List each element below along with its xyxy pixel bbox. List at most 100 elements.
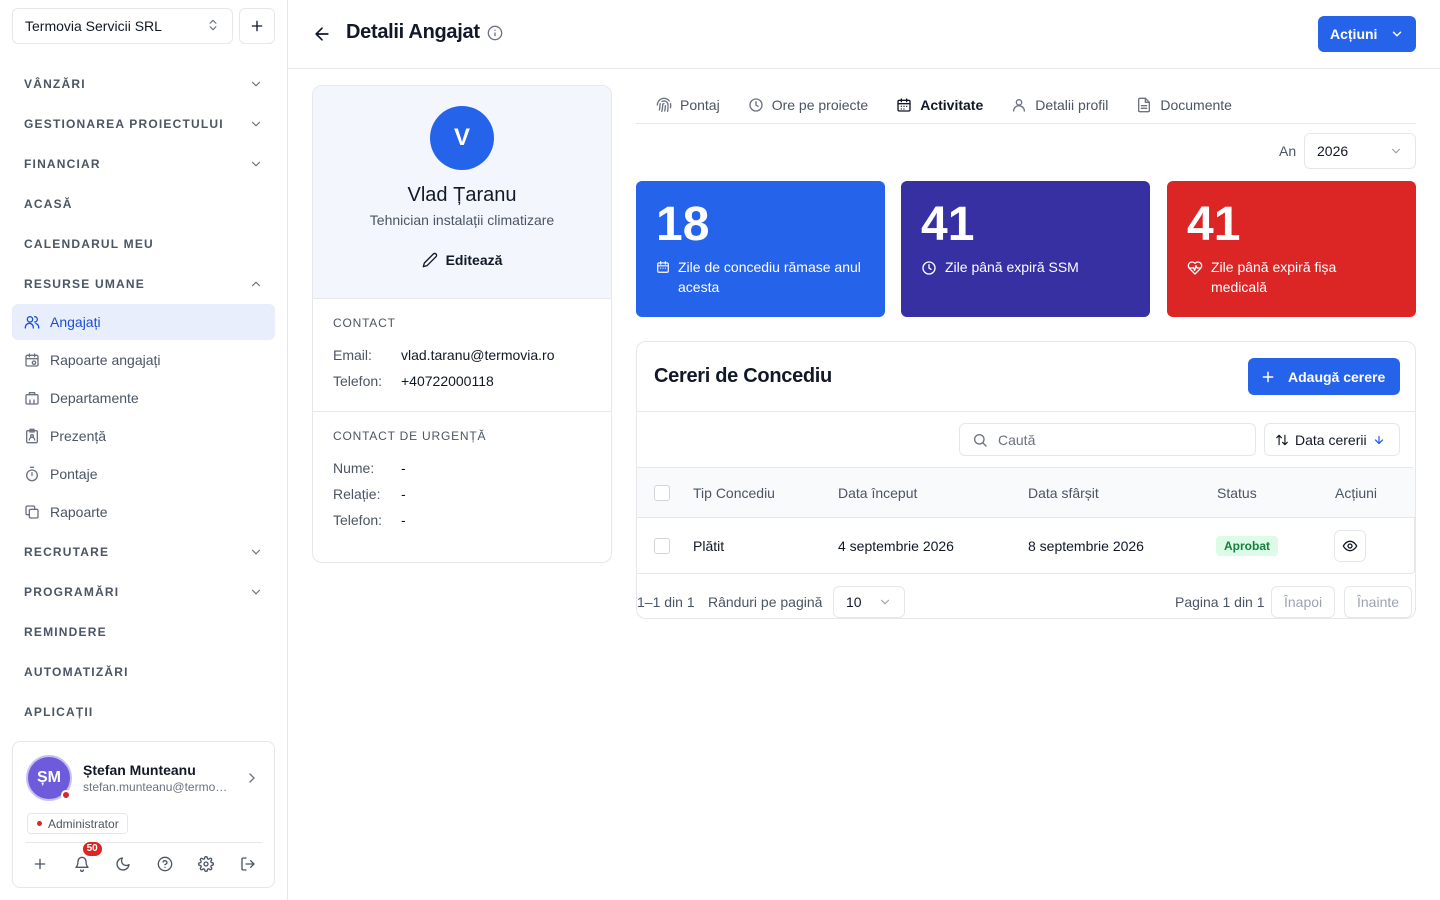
logout-icon xyxy=(241,857,255,871)
back-button[interactable] xyxy=(312,24,332,44)
nav-section-my-calendar[interactable]: CALENDARUL MEU xyxy=(12,224,275,264)
emergency-relation-row: Relație: - xyxy=(333,481,591,507)
sidebar-item-timesheets[interactable]: Pontaje xyxy=(12,456,275,492)
help-button[interactable] xyxy=(154,853,176,875)
year-value: 2026 xyxy=(1317,143,1349,159)
profile-tabs: Pontaj Ore pe proiecte Activitate Detali… xyxy=(636,86,1416,124)
tab-profile-details[interactable]: Detalii profil xyxy=(1011,86,1108,124)
sidebar-item-employees[interactable]: Angajați xyxy=(12,304,275,340)
field-value: - xyxy=(401,512,406,528)
add-button[interactable] xyxy=(29,853,51,875)
leave-type: Plătit xyxy=(693,538,725,554)
field-label: Telefon: xyxy=(333,373,383,389)
leave-table: Tip Concediu Data început Data sfârșit S… xyxy=(637,467,1415,574)
leave-requests-panel: Cereri de Concediu Adaugă cerere Caută D… xyxy=(636,341,1416,619)
sidebar-item-employee-reports[interactable]: Rapoarte angajați xyxy=(12,342,275,378)
table-row[interactable]: Plătit 4 septembrie 2026 8 septembrie 20… xyxy=(637,518,1415,574)
nav-section-apps[interactable]: APLICAȚII xyxy=(12,692,275,732)
search-placeholder: Caută xyxy=(998,431,1036,448)
tab-label: Documente xyxy=(1160,97,1232,113)
status-badge: Aprobat xyxy=(1216,536,1278,556)
column-header[interactable]: Data început xyxy=(838,485,917,501)
tab-timesheet[interactable]: Pontaj xyxy=(656,86,720,124)
panel-title: Cereri de Concediu xyxy=(654,365,832,387)
plus-icon xyxy=(34,858,46,870)
sidebar: Termovia Servicii SRL VÂNZĂRI GESTIONARE… xyxy=(0,0,288,900)
divider xyxy=(25,842,262,843)
email-value[interactable]: vlad.taranu@termovia.ro xyxy=(401,347,555,363)
building-icon xyxy=(24,390,40,406)
chevron-right-icon[interactable] xyxy=(244,770,260,786)
eye-icon xyxy=(1342,540,1358,552)
column-header[interactable]: Data sfârșit xyxy=(1028,485,1099,501)
sidebar-item-label: Departamente xyxy=(50,390,139,406)
phone-value[interactable]: +40722000118 xyxy=(401,373,494,389)
stat-value: 18 xyxy=(656,198,710,251)
add-company-button[interactable] xyxy=(239,8,275,44)
profile-card: V Vlad Țaranu Tehnician instalații clima… xyxy=(312,85,612,563)
role-badge: Administrator xyxy=(27,813,128,834)
tab-documents[interactable]: Documente xyxy=(1136,86,1232,124)
notifications-button[interactable]: 50 xyxy=(71,841,103,875)
sidebar-item-attendance[interactable]: Prezență xyxy=(12,418,275,454)
heart-pulse-icon xyxy=(1187,260,1203,297)
search-input[interactable]: Caută xyxy=(959,423,1256,456)
stat-label: Zile până expiră fișa medicală xyxy=(1211,259,1337,295)
field-label: Relație: xyxy=(333,486,381,502)
user-email: stefan.munteanu@termovia.ro xyxy=(83,780,233,794)
clipboard-icon xyxy=(24,428,40,444)
sidebar-item-label: Prezență xyxy=(50,428,107,444)
column-header: Acțiuni xyxy=(1335,484,1378,501)
stat-card-ssm: 41 Zile până expiră SSM xyxy=(901,181,1150,317)
tab-label: Activitate xyxy=(920,97,984,113)
nav-section-project-management[interactable]: GESTIONAREA PROIECTULUI xyxy=(12,104,275,144)
tab-project-hours[interactable]: Ore pe proiecte xyxy=(748,86,869,124)
theme-toggle-button[interactable] xyxy=(112,853,134,875)
nav-section-home[interactable]: ACASĂ xyxy=(12,184,275,224)
nav-section-label: AUTOMATIZĂRI xyxy=(24,665,129,679)
tab-activity[interactable]: Activitate xyxy=(896,86,983,124)
edit-button[interactable]: Editează xyxy=(313,252,611,268)
user-name: Ștefan Munteanu xyxy=(83,762,196,778)
column-header[interactable]: Status xyxy=(1217,485,1257,501)
settings-button[interactable] xyxy=(195,853,217,875)
row-checkbox[interactable] xyxy=(654,538,670,554)
view-button[interactable] xyxy=(1334,530,1366,562)
nav-section-label: REMINDERE xyxy=(24,625,107,639)
info-icon[interactable] xyxy=(487,25,503,41)
nav-section-sales[interactable]: VÂNZĂRI xyxy=(12,64,275,104)
sidebar-item-label: Angajați xyxy=(50,314,101,330)
stat-card-leave-days: 18 Zile de concediu rămase anul acesta xyxy=(636,181,885,317)
contact-section: CONTACT Email: vlad.taranu@termovia.ro T… xyxy=(313,299,611,412)
actions-button[interactable]: Acțiuni xyxy=(1318,16,1416,52)
chevron-up-icon xyxy=(249,277,263,291)
notification-count-badge: 50 xyxy=(81,841,103,857)
previous-page-button[interactable]: Înapoi xyxy=(1271,586,1336,618)
sidebar-item-departments[interactable]: Departamente xyxy=(12,380,275,416)
tab-label: Ore pe proiecte xyxy=(771,97,869,113)
column-header[interactable]: Tip Concediu xyxy=(693,485,775,501)
main-nav: VÂNZĂRI GESTIONAREA PROIECTULUI FINANCIA… xyxy=(12,64,275,732)
year-label: An xyxy=(1279,143,1297,159)
nav-section-financial[interactable]: FINANCIAR xyxy=(12,144,275,184)
add-request-button[interactable]: Adaugă cerere xyxy=(1248,358,1400,395)
rows-per-page-select[interactable]: 10 xyxy=(833,586,905,618)
tab-label: Detalii profil xyxy=(1035,97,1109,113)
nav-section-hr[interactable]: RESURSE UMANE xyxy=(12,264,275,304)
logout-button[interactable] xyxy=(237,853,259,875)
year-select[interactable]: 2026 xyxy=(1304,133,1416,169)
sort-icon xyxy=(1276,434,1288,445)
nav-section-label: FINANCIAR xyxy=(24,157,101,171)
nav-section-automations[interactable]: AUTOMATIZĂRI xyxy=(12,652,275,692)
chevron-down-icon xyxy=(878,595,892,609)
plus-icon xyxy=(1262,371,1274,382)
sort-button[interactable]: Data cererii xyxy=(1264,423,1400,456)
users-icon xyxy=(24,314,40,330)
next-page-button[interactable]: Înainte xyxy=(1344,586,1413,618)
nav-section-recruitment[interactable]: RECRUTARE xyxy=(12,532,275,572)
company-selector[interactable]: Termovia Servicii SRL xyxy=(12,8,233,44)
sidebar-item-reports[interactable]: Rapoarte xyxy=(12,494,275,530)
select-all-checkbox[interactable] xyxy=(654,484,670,501)
nav-section-appointments[interactable]: PROGRAMĂRI xyxy=(12,572,275,612)
nav-section-reminders[interactable]: REMINDERE xyxy=(12,612,275,652)
